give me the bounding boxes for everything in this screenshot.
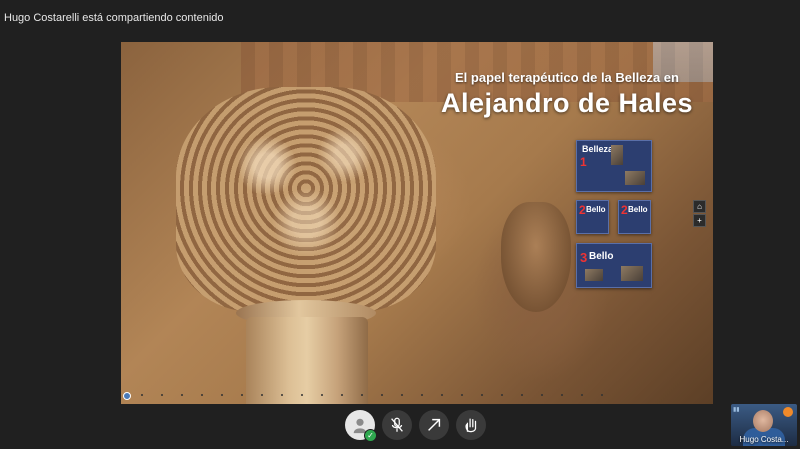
column-shaft-image <box>246 317 368 404</box>
book-thumbnail-image <box>625 171 645 185</box>
microphone-off-icon <box>391 417 403 432</box>
signal-icon: ▮▮ <box>733 407 740 413</box>
participant-name: Hugo Costa... <box>739 435 789 444</box>
statue-thumbnail-image <box>611 145 623 165</box>
slide-thumbnail-3[interactable]: 2 Bello <box>618 200 651 234</box>
participant-webcam-tile[interactable]: ▮▮ Hugo Costa... <box>731 404 797 446</box>
meeting-controls: ✓ <box>345 410 486 442</box>
thumbnail-number: 1 <box>580 155 587 169</box>
slide-thumbnail-4[interactable]: 3 Bello <box>576 243 652 288</box>
presentation-progress-bar[interactable] <box>121 394 713 398</box>
thumbnail-number: 2 <box>621 203 628 217</box>
checkmark-icon: ✓ <box>364 429 377 442</box>
sharing-banner: Hugo Costarelli está compartiendo conten… <box>4 12 224 24</box>
presentation-title: Alejandro de Hales <box>440 88 694 118</box>
slide-thumbnail-1[interactable]: 1 Belleza <box>576 140 652 192</box>
share-screen-button[interactable] <box>419 410 449 440</box>
corbel-carving-image <box>501 202 571 312</box>
thumbnail-number: 3 <box>580 250 588 265</box>
user-avatar-button[interactable]: ✓ <box>345 410 377 442</box>
column-capital-image <box>176 87 436 312</box>
thumbnail-image <box>621 266 643 281</box>
presentation-subtitle: El papel terapéutico de la Belleza en <box>455 70 679 85</box>
hand-icon <box>465 418 477 433</box>
thumbnail-label: Bello <box>628 205 648 214</box>
participant-face <box>753 410 773 432</box>
thumbnail-label: Bello <box>589 251 614 262</box>
home-icon[interactable]: ⌂ <box>693 200 706 213</box>
zoom-in-icon[interactable]: + <box>693 214 706 227</box>
slide-thumbnail-2[interactable]: 2 Bello <box>576 200 609 234</box>
share-arrow-icon <box>428 418 441 431</box>
thumbnail-image <box>585 269 603 281</box>
thumbnail-label: Belleza <box>582 144 614 154</box>
thumbnail-label: Bello <box>586 205 606 214</box>
mute-microphone-button[interactable] <box>382 410 412 440</box>
thumbnail-number: 2 <box>579 203 586 217</box>
shared-presentation-screen[interactable]: El papel terapéutico de la Belleza en Al… <box>121 42 713 404</box>
progress-marker[interactable] <box>123 392 131 400</box>
webcam-lamp <box>783 407 793 417</box>
hand-raise-button[interactable] <box>456 410 486 440</box>
